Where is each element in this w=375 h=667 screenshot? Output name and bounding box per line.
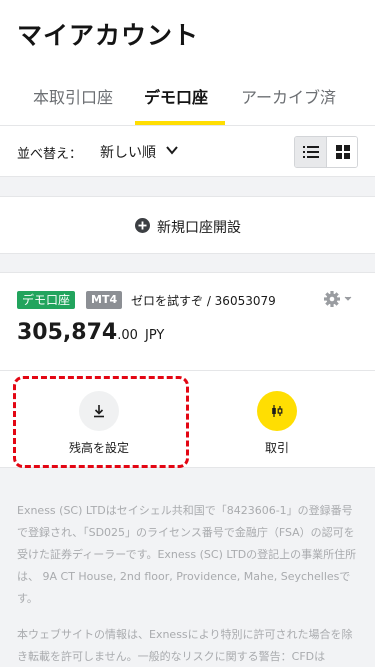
account-balance: 305,874.00 JPY [17, 320, 164, 345]
grid-view-button[interactable] [327, 137, 357, 167]
tab-live-accounts[interactable]: 本取引口座 [33, 84, 113, 125]
open-new-account-button[interactable]: 新規口座開設 [0, 196, 375, 254]
account-tabs: 本取引口座 デモ口座 アーカイブ済 [0, 84, 375, 125]
tab-demo-accounts[interactable]: デモ口座 [144, 84, 208, 125]
trade-label: 取引 [264, 441, 289, 455]
list-view-button[interactable] [295, 137, 327, 167]
header: マイアカウント 本取引口座 デモ口座 アーカイブ済 [0, 0, 375, 125]
disclaimer-paragraph-2: 本ウェブサイトの情報は、Exnessにより特別に許可された場合を除き転載を許可し… [17, 628, 353, 663]
open-new-account-label: 新規口座開設 [157, 220, 241, 236]
list-view-icon [302, 146, 319, 158]
view-toggle [294, 136, 358, 168]
balance-decimal: .00 [117, 328, 138, 343]
my-account-page: マイアカウント 本取引口座 デモ口座 アーカイブ済 並べ替え： 新しい順 新規口… [0, 0, 375, 667]
set-balance-icon-circle [79, 391, 119, 431]
card-divider [0, 370, 375, 371]
plus-circle-icon [135, 218, 150, 233]
legal-disclaimer: Exness (SC) LTDはセイシェル共和国で「8423606-1」の登録番… [17, 500, 358, 667]
candlestick-icon [272, 405, 283, 417]
demo-account-card: デモ口座 MT4 ゼロを試すぞ / 36053079 305,874.00 JP… [0, 272, 375, 468]
trade-icon-circle [257, 391, 297, 431]
account-name-number: ゼロを試すぞ / 36053079 [131, 294, 276, 308]
sort-bar: 並べ替え： 新しい順 [0, 125, 375, 177]
balance-integer: 305,874 [17, 320, 118, 345]
account-type-badge: デモ口座 [17, 291, 76, 309]
sort-dropdown[interactable]: 新しい順 [100, 142, 156, 162]
disclaimer-paragraph-1: Exness (SC) LTDはセイシェル共和国で「8423606-1」の登録番… [17, 504, 357, 605]
tab-archived[interactable]: アーカイブ済 [241, 84, 336, 125]
balance-currency: JPY [144, 328, 165, 343]
grid-view-icon [336, 145, 350, 159]
download-icon [94, 405, 104, 418]
chevron-down-icon[interactable] [165, 143, 179, 157]
gear-icon[interactable] [323, 289, 355, 309]
trade-button[interactable]: 取引 [216, 391, 336, 461]
page-title: マイアカウント [17, 21, 200, 50]
platform-badge: MT4 [86, 291, 123, 309]
set-balance-label: 残高を設定 [68, 441, 129, 455]
set-balance-button[interactable]: 残高を設定 [38, 391, 158, 461]
sort-label: 並べ替え： [17, 147, 83, 162]
